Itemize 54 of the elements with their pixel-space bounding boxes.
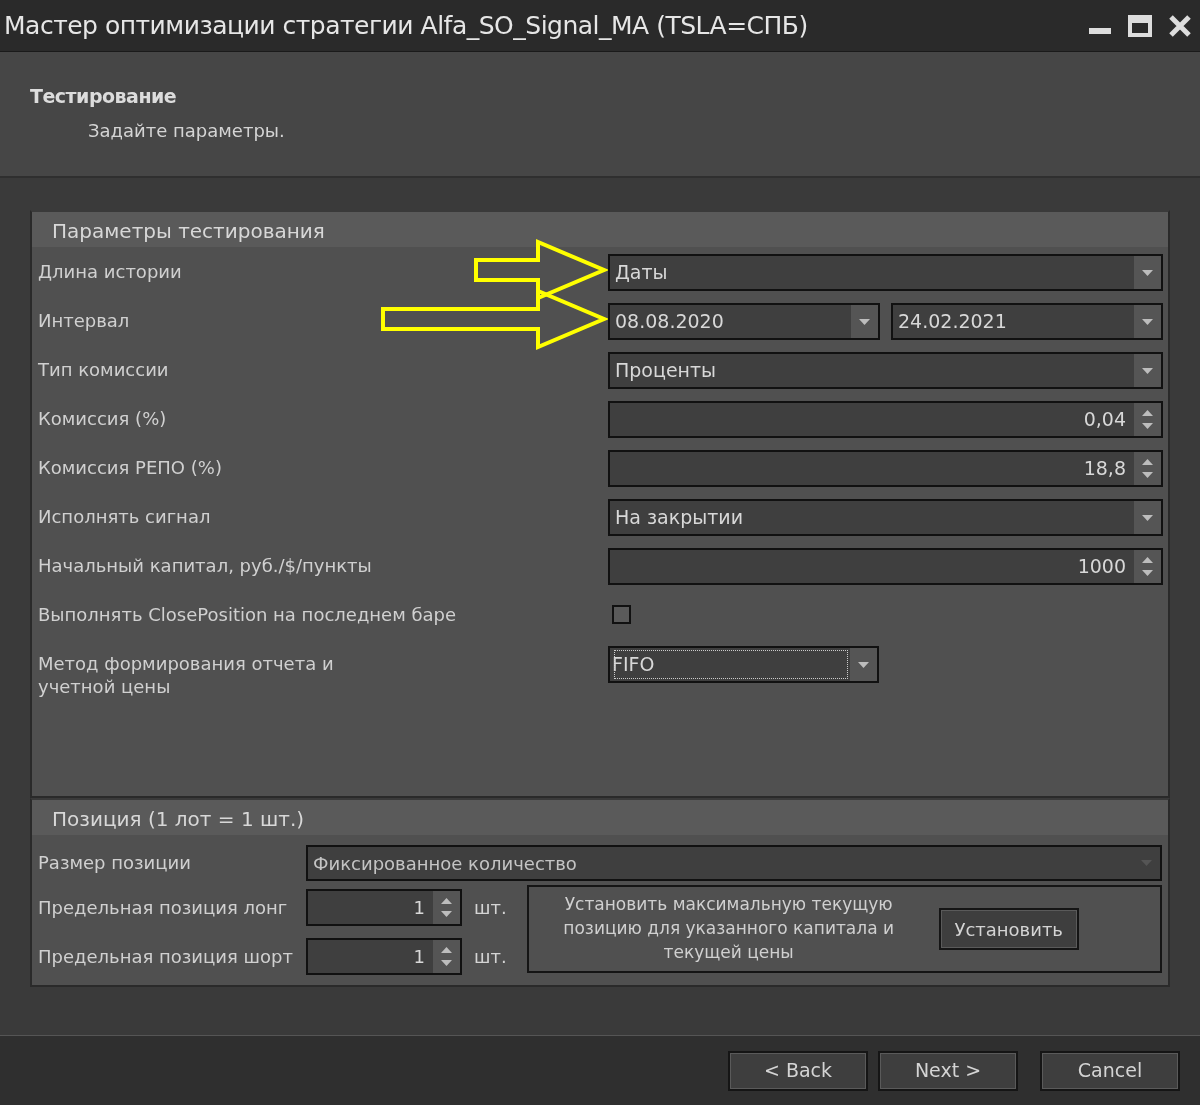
page-subtitle: Задайте параметры. bbox=[87, 118, 286, 143]
caret-down-icon bbox=[441, 960, 452, 966]
close-icon[interactable] bbox=[1168, 13, 1192, 38]
checkbox[interactable] bbox=[612, 605, 631, 624]
dropdown[interactable]: 24.02.2021 bbox=[891, 303, 1163, 340]
field-label: Исполнять сигнал bbox=[38, 505, 212, 529]
field-label: Начальный капитал, руб./$/пункты bbox=[38, 554, 373, 578]
caret-up-icon bbox=[441, 947, 452, 953]
dropdown[interactable]: 08.08.2020 bbox=[608, 303, 880, 340]
spin-field[interactable]: 18,8 bbox=[608, 450, 1163, 487]
field-label: Предельная позиция лонг bbox=[38, 895, 289, 920]
dialog-button[interactable]: Next > bbox=[878, 1050, 1018, 1091]
dropdown[interactable]: FIFO bbox=[608, 646, 879, 683]
spin-field[interactable]: 1000 bbox=[608, 548, 1163, 585]
field-label: Выполнять ClosePosition на последнем баре bbox=[38, 603, 458, 627]
caret-down-icon bbox=[1142, 570, 1153, 576]
caret-up-icon bbox=[1142, 459, 1153, 465]
caret-up-icon bbox=[1142, 410, 1153, 416]
group-title: Позиция (1 лот = 1 шт.) bbox=[32, 800, 1168, 835]
field-label: Предельная позиция шорт bbox=[38, 944, 294, 969]
caret-down-icon bbox=[1142, 423, 1153, 429]
field-label: Интервал bbox=[38, 309, 131, 333]
caret-down-icon bbox=[1142, 472, 1153, 478]
set-button[interactable]: Установить bbox=[938, 908, 1079, 950]
window-title: Мастер оптимизации стратегии Alfa_SO_Signal_MA (TSLA=СПБ) bbox=[3, 9, 808, 42]
caret-down-icon bbox=[1142, 318, 1153, 325]
field-label: Метод формирования отчета и учетной цены bbox=[38, 652, 335, 699]
caret-up-icon bbox=[441, 898, 452, 904]
dialog-button[interactable]: Cancel bbox=[1040, 1050, 1180, 1091]
page-title: Тестирование bbox=[30, 84, 178, 109]
group-title: Параметры тестирования bbox=[32, 212, 1168, 247]
caret-down-icon bbox=[1142, 367, 1153, 374]
caret-down-icon bbox=[441, 911, 452, 917]
caret-up-icon bbox=[1142, 557, 1153, 563]
dropdown[interactable]: На закрытии bbox=[608, 499, 1163, 536]
spin-field[interactable]: 1 bbox=[306, 938, 462, 975]
maximize-icon[interactable] bbox=[1128, 13, 1152, 38]
unit-label: шт. bbox=[474, 945, 507, 969]
field-label: Длина истории bbox=[38, 260, 183, 284]
field-label: Тип комиссии bbox=[38, 358, 170, 382]
dialog-button[interactable]: < Back bbox=[728, 1050, 868, 1091]
dropdown[interactable]: Проценты bbox=[608, 352, 1163, 389]
caret-down-icon bbox=[858, 661, 869, 668]
caret-down-icon bbox=[1142, 269, 1153, 276]
field-label: Комиссия (%) bbox=[38, 407, 168, 431]
unit-label: шт. bbox=[474, 896, 507, 920]
spin-field[interactable]: 1 bbox=[306, 889, 462, 926]
field-label: Комиссия РЕПО (%) bbox=[38, 456, 223, 480]
caret-down-icon bbox=[1142, 514, 1153, 521]
hint-text: Установить максимальную текущую позицию для указанного капитала и текущей цены bbox=[562, 893, 895, 964]
field-label: Размер позиции bbox=[38, 851, 192, 875]
dropdown[interactable]: Даты bbox=[608, 254, 1163, 291]
caret-down-icon bbox=[859, 318, 870, 325]
spin-field[interactable]: 0,04 bbox=[608, 401, 1163, 438]
